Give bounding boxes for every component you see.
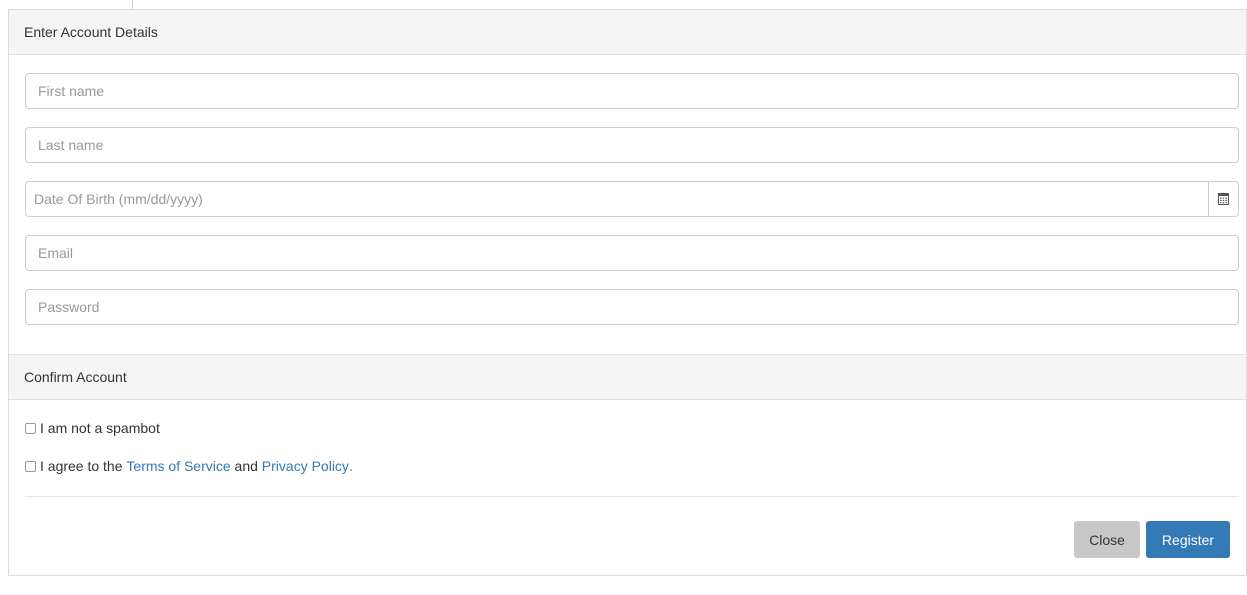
calendar-icon <box>1218 193 1229 205</box>
agree-terms-checkbox[interactable] <box>25 460 36 472</box>
register-button[interactable]: Register <box>1146 521 1230 558</box>
date-of-birth-field <box>25 181 1239 217</box>
close-button[interactable]: Close <box>1074 521 1140 558</box>
confirm-account-title: Confirm Account <box>24 369 127 385</box>
spambot-checkbox[interactable] <box>25 422 36 434</box>
modal-footer: Close Register <box>25 521 1238 558</box>
email-field <box>25 235 1239 271</box>
first-name-field <box>25 73 1239 109</box>
spambot-label: I am not a spambot <box>40 420 160 436</box>
terms-of-service-link[interactable]: Terms of Service <box>126 458 230 474</box>
top-edge-tick <box>132 0 133 9</box>
account-details-heading: Enter Account Details <box>9 10 1246 55</box>
last-name-input[interactable] <box>26 128 1238 162</box>
agree-middle-text: and <box>230 458 262 474</box>
footer-divider <box>25 496 1239 497</box>
registration-panel: Enter Account Details First name Last na… <box>8 9 1247 576</box>
password-field <box>25 289 1239 325</box>
calendar-button[interactable] <box>1208 182 1238 216</box>
password-input[interactable] <box>26 290 1238 324</box>
date-of-birth-input[interactable] <box>26 182 1206 216</box>
spambot-check-row[interactable]: I am not a spambot <box>25 418 1238 438</box>
agree-suffix-text: . <box>348 458 353 474</box>
account-details-form <box>9 55 1246 354</box>
first-name-input[interactable] <box>26 74 1238 108</box>
agree-prefix-text: I agree to the <box>40 458 127 474</box>
privacy-policy-link[interactable]: Privacy Policy <box>262 458 349 474</box>
email-input[interactable] <box>26 236 1238 270</box>
agree-terms-row[interactable]: I agree to the Terms of Service and Priv… <box>25 456 1238 476</box>
confirm-account-body: I am not a spambot I agree to the Terms … <box>9 418 1246 558</box>
last-name-field <box>25 127 1239 163</box>
confirm-account-heading: Confirm Account <box>9 354 1246 400</box>
account-details-title: Enter Account Details <box>24 24 158 40</box>
